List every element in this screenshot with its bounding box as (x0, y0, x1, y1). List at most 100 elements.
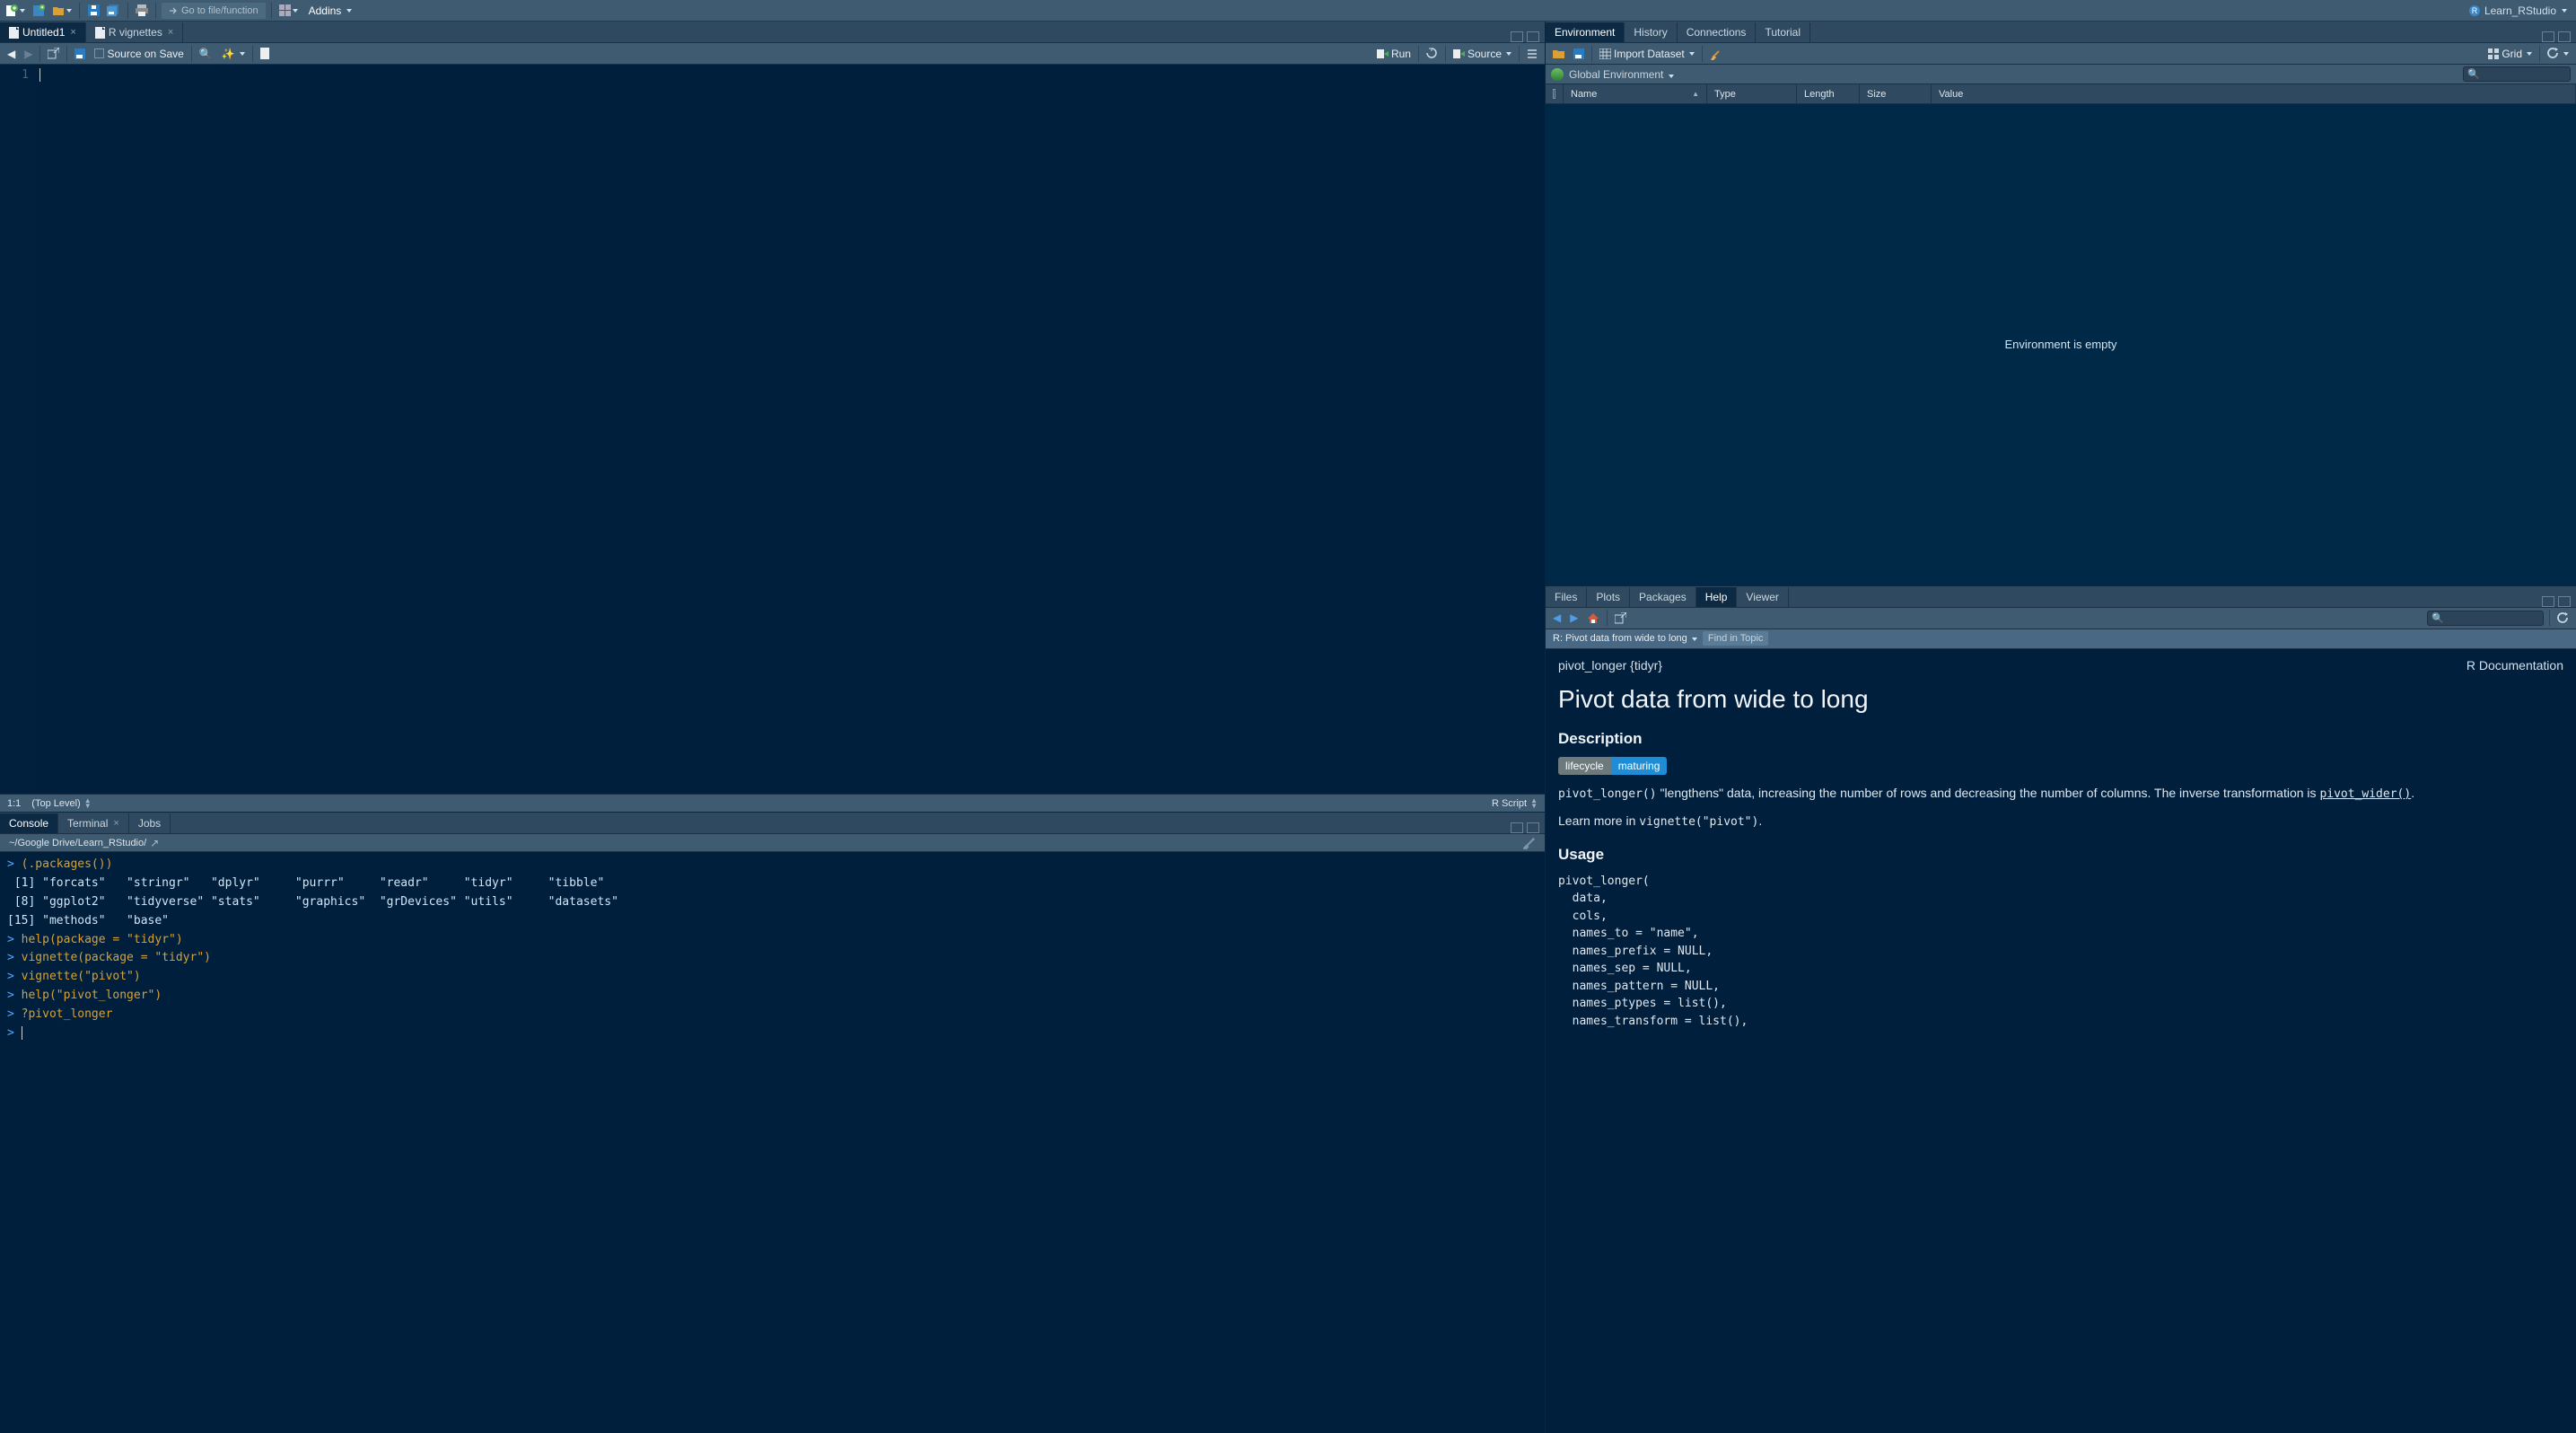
search-icon: 🔍 (2467, 68, 2480, 80)
find-in-topic[interactable]: Find in Topic (1703, 631, 1769, 646)
minimize-pane-icon[interactable] (1511, 31, 1523, 42)
source-on-save-toggle[interactable]: Source on Save (92, 46, 185, 62)
project-menu[interactable]: R Learn_RStudio (2463, 4, 2572, 17)
arrow-left-icon: ◀ (1553, 611, 1561, 624)
maximize-pane-icon[interactable] (1527, 31, 1539, 42)
env-tab[interactable]: Tutorial (1756, 22, 1810, 42)
source-button[interactable]: Source (1451, 46, 1513, 62)
env-tab[interactable]: Connections (1678, 22, 1757, 42)
save-icon (1573, 48, 1584, 59)
home-icon (1587, 612, 1599, 624)
help-content[interactable]: pivot_longer {tidyr} R Documentation Piv… (1546, 649, 2576, 1433)
close-icon[interactable]: × (113, 818, 118, 829)
clear-console-icon[interactable] (1523, 837, 1536, 849)
source-editor[interactable]: 1 (0, 65, 1545, 794)
save-all-button[interactable] (105, 3, 122, 19)
console-tab[interactable]: Terminal× (58, 813, 129, 833)
search-icon: 🔍 (2431, 612, 2444, 624)
help-section-usage: Usage (1558, 846, 2563, 864)
env-tab[interactable]: Environment (1546, 22, 1625, 42)
code-tools-button[interactable]: ✨ (220, 46, 247, 62)
document-icon (260, 48, 271, 59)
file-icon (95, 27, 105, 39)
new-project-button[interactable] (31, 3, 47, 19)
help-back-button[interactable]: ◀ (1551, 610, 1563, 626)
help-tab[interactable]: Files (1546, 587, 1587, 607)
cursor-position[interactable]: 1:1 (7, 798, 21, 809)
addins-menu[interactable]: Addins (303, 4, 358, 17)
help-popout-button[interactable] (1613, 610, 1628, 626)
load-workspace-button[interactable] (1551, 46, 1566, 62)
scope-selector[interactable]: Global Environment (1569, 68, 1674, 81)
back-button[interactable]: ◀ (5, 46, 17, 62)
help-tab[interactable]: Help (1696, 587, 1738, 607)
print-button[interactable] (134, 3, 150, 19)
minimize-pane-icon[interactable] (2542, 596, 2554, 607)
source-tab[interactable]: Untitled1× (0, 22, 86, 42)
env-column-header[interactable]: Name ▲ (1564, 84, 1707, 103)
console-tab[interactable]: Jobs (129, 813, 171, 833)
environment-search-input[interactable] (2483, 69, 2554, 80)
checkbox-icon[interactable] (1553, 89, 1555, 99)
env-tab[interactable]: History (1625, 22, 1677, 42)
clear-workspace-button[interactable] (1708, 46, 1724, 62)
maximize-pane-icon[interactable] (2558, 596, 2571, 607)
maximize-pane-icon[interactable] (2558, 31, 2571, 42)
save-workspace-button[interactable] (1572, 46, 1586, 62)
filetype-selector[interactable]: R Script ▲▼ (1492, 798, 1538, 809)
env-column-header[interactable]: Type (1707, 84, 1797, 103)
env-column-header[interactable]: Value (1932, 84, 2576, 103)
help-search-input[interactable] (2447, 612, 2519, 623)
pivot-wider-link[interactable]: pivot_wider() (2319, 787, 2411, 801)
forward-button[interactable]: ▶ (22, 46, 34, 62)
source-tab[interactable]: R vignettes× (86, 22, 183, 42)
new-file-button[interactable] (4, 3, 27, 19)
show-in-new-window-button[interactable] (46, 46, 61, 62)
maximize-pane-icon[interactable] (1527, 822, 1539, 833)
help-refresh-button[interactable] (2555, 610, 2571, 626)
help-tab[interactable]: Viewer (1737, 587, 1788, 607)
help-doc-topic: pivot_longer {tidyr} (1558, 658, 1662, 673)
outline-button[interactable] (1525, 46, 1539, 62)
globe-icon (1551, 68, 1564, 81)
import-dataset-button[interactable]: Import Dataset (1598, 46, 1696, 62)
help-search[interactable]: 🔍 (2427, 611, 2544, 626)
popout-icon[interactable]: ↗ (150, 837, 159, 849)
source-toolbar: ◀ ▶ Source on Save 🔍 ✨ Run (0, 43, 1545, 65)
outline-icon (1527, 48, 1538, 59)
run-button[interactable]: Run (1375, 46, 1413, 62)
minimize-pane-icon[interactable] (2542, 31, 2554, 42)
save-button[interactable] (85, 3, 101, 19)
open-file-button[interactable] (50, 3, 74, 19)
close-icon[interactable]: × (168, 27, 173, 38)
help-home-button[interactable] (1585, 610, 1601, 626)
arrow-left-icon: ◀ (7, 48, 15, 60)
scope-selector[interactable]: (Top Level) ▲▼ (31, 798, 91, 809)
close-icon[interactable]: × (70, 27, 75, 38)
help-tab[interactable]: Packages (1630, 587, 1696, 607)
goto-file-function[interactable]: Go to file/function (162, 3, 266, 19)
env-column-header[interactable]: Size (1860, 84, 1932, 103)
environment-search[interactable]: 🔍 (2463, 66, 2571, 82)
help-forward-button[interactable]: ▶ (1568, 610, 1580, 626)
minimize-pane-icon[interactable] (1511, 822, 1523, 833)
save-icon (74, 48, 85, 59)
working-directory[interactable]: ~/Google Drive/Learn_RStudio/ (9, 838, 146, 848)
search-icon: 🔍 (199, 48, 213, 60)
help-tab[interactable]: Plots (1587, 587, 1630, 607)
compile-report-button[interactable] (258, 46, 273, 62)
help-section-description: Description (1558, 730, 2563, 748)
rerun-button[interactable] (1424, 46, 1440, 62)
panes-button[interactable] (277, 3, 300, 19)
help-description-text: pivot_longer() "lengthens" data, increas… (1558, 784, 2563, 804)
find-replace-button[interactable]: 🔍 (197, 46, 215, 62)
refresh-button[interactable] (2545, 46, 2571, 62)
view-mode-button[interactable]: Grid (2486, 46, 2534, 62)
help-breadcrumb[interactable]: R: Pivot data from wide to long (1553, 633, 1697, 644)
env-column-header[interactable]: Length (1797, 84, 1860, 103)
console-tab[interactable]: Console (0, 813, 58, 833)
sort-icon: ▲ (1692, 90, 1699, 98)
file-icon (9, 27, 19, 39)
console-output[interactable]: > (.packages()) [1] "forcats" "stringr" … (0, 852, 1545, 1433)
save-source-button[interactable] (73, 46, 87, 62)
